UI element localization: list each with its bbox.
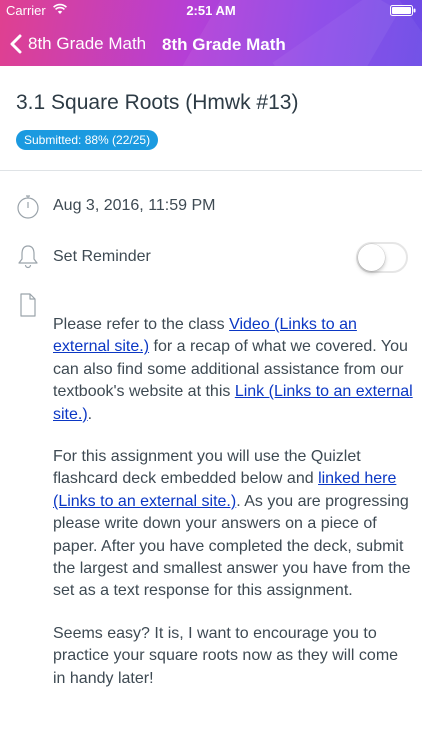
status-time: 2:51 AM xyxy=(186,3,236,18)
stopwatch-icon xyxy=(17,195,39,219)
nav-title: 8th Grade Math xyxy=(162,35,286,54)
reminder-toggle[interactable] xyxy=(356,242,408,273)
description-paragraph: Seems easy? It is, I want to encourage y… xyxy=(53,623,413,690)
document-icon xyxy=(20,293,36,317)
app-header: Carrier 2:51 AM 8th Grade Math 8th Grade… xyxy=(0,0,422,66)
description-paragraph: For this assignment you will use the Qui… xyxy=(53,446,413,603)
back-button[interactable]: 8th Grade Math xyxy=(10,30,146,58)
assignment-description: Please refer to the class Video (Links t… xyxy=(53,314,413,710)
description-paragraph: Please refer to the class Video (Links t… xyxy=(53,314,413,426)
assignment-title: 3.1 Square Roots (Hmwk #13) xyxy=(16,91,299,114)
set-reminder-label: Set Reminder xyxy=(53,248,151,265)
description-text: Seems easy? It is, I want to encourage y… xyxy=(53,624,399,687)
description-text: Please refer to the class xyxy=(53,316,230,333)
due-date: Aug 3, 2016, 11:59 PM xyxy=(53,197,216,214)
description-text: . xyxy=(87,405,93,423)
chevron-left-icon xyxy=(10,34,22,54)
navigation-bar: 8th Grade Math 8th Grade Math xyxy=(0,22,422,66)
submission-status-badge: Submitted: 88% (22/25) xyxy=(16,130,159,150)
back-label: 8th Grade Math xyxy=(28,34,147,53)
divider xyxy=(0,170,422,171)
status-bar: Carrier 2:51 AM xyxy=(0,0,422,20)
description-text: For this assignment you will use the Qui… xyxy=(53,448,361,488)
toggle-knob xyxy=(358,244,385,271)
battery-icon xyxy=(390,5,416,16)
bell-icon xyxy=(18,245,38,269)
